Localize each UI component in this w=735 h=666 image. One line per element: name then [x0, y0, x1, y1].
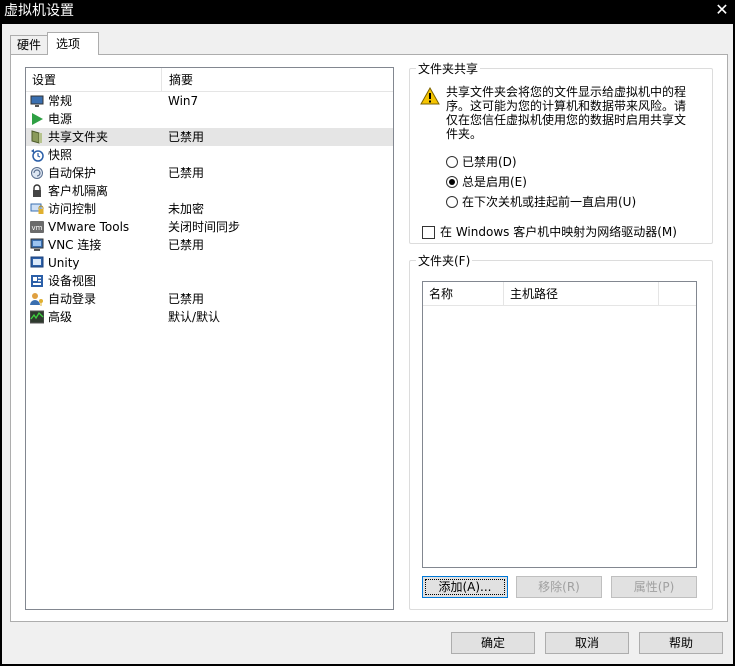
list-item-advanced[interactable]: 高级 默认/默认 [26, 308, 393, 326]
folder-list-header: 名称 主机路径 [423, 282, 696, 306]
list-item-device-view[interactable]: 设备视图 [26, 272, 393, 290]
settings-list-header: 设置 摘要 [26, 68, 393, 92]
close-icon[interactable]: ✕ [709, 0, 735, 22]
help-button-label: 帮助 [668, 636, 693, 650]
tab-options[interactable]: 选项 [47, 32, 99, 55]
properties-button[interactable]: 属性(P) [611, 576, 697, 598]
list-item-summary: 已禁用 [168, 238, 205, 252]
warning-text: 共享文件夹会将您的文件显示给虚拟机中的程序。这可能为您的计算机和数据带来风险。请… [446, 85, 687, 141]
list-item-vmware-tools[interactable]: vm VMware Tools 关闭时间同步 [26, 218, 393, 236]
column-header-setting[interactable]: 设置 [26, 68, 162, 92]
list-item-access-control[interactable]: 访问控制 未加密 [26, 200, 393, 218]
list-item-name: 自动保护 [48, 166, 97, 180]
radio-label: 总是启用(E) [462, 175, 527, 189]
list-item-name: 快照 [48, 148, 73, 162]
monitor-icon [30, 95, 44, 107]
help-button[interactable]: 帮助 [639, 632, 723, 654]
column-header-host-path[interactable]: 主机路径 [504, 282, 659, 306]
list-item-summary: 已禁用 [168, 166, 205, 180]
tab-hardware[interactable]: 硬件 [10, 35, 48, 54]
settings-list[interactable]: 设置 摘要 常规 Win7 电源 共享文件夹 已禁用 快照 自动保护 已禁用 客… [25, 67, 394, 610]
list-item-power[interactable]: 电源 [26, 110, 393, 128]
window-title: 虚拟机设置 [4, 3, 74, 19]
list-item-name: Unity [48, 256, 80, 270]
shared-folder-icon [31, 130, 42, 144]
list-item-name: VNC 连接 [48, 238, 102, 252]
remove-button[interactable]: 移除(R) [516, 576, 602, 598]
list-item-name: 常规 [48, 94, 73, 108]
list-item-summary: Win7 [168, 94, 199, 108]
tab-hardware-label: 硬件 [17, 38, 42, 52]
list-item-vnc[interactable]: VNC 连接 已禁用 [26, 236, 393, 254]
folders-group: 文件夹(F) 名称 主机路径 添加(A)... 移除(R) 属性(P) [409, 252, 713, 610]
list-item-general[interactable]: 常规 Win7 [26, 92, 393, 110]
list-item-name: 自动登录 [48, 292, 97, 306]
auto-login-icon [30, 293, 43, 306]
folder-list[interactable]: 名称 主机路径 [422, 281, 697, 568]
radio-label: 已禁用(D) [462, 155, 517, 169]
list-item-name: 电源 [48, 112, 73, 126]
list-item-unity[interactable]: Unity [26, 254, 393, 272]
list-item-name: VMware Tools [48, 220, 130, 234]
tab-options-label: 选项 [56, 37, 81, 51]
properties-button-label: 属性(P) [633, 580, 675, 594]
column-header-name[interactable]: 名称 [423, 282, 504, 306]
vmware-tools-icon: vm [30, 221, 44, 233]
add-button-label: 添加(A)... [438, 580, 492, 594]
list-item-auto-login[interactable]: 自动登录 已禁用 [26, 290, 393, 308]
list-item-summary: 已禁用 [168, 292, 205, 306]
list-item-name: 客户机隔离 [48, 184, 109, 198]
list-item-name: 共享文件夹 [48, 130, 109, 144]
list-item-name: 设备视图 [48, 274, 97, 288]
list-item-summary: 未加密 [168, 202, 205, 216]
list-item-autoprotect[interactable]: 自动保护 已禁用 [26, 164, 393, 182]
vnc-icon [30, 238, 44, 251]
unity-icon [30, 256, 44, 268]
list-item-summary: 默认/默认 [168, 310, 221, 324]
add-button[interactable]: 添加(A)... [422, 576, 508, 598]
ok-button-label: 确定 [480, 636, 505, 650]
radio-button[interactable] [446, 196, 458, 208]
list-item-summary: 关闭时间同步 [168, 220, 241, 234]
options-tab-panel: 设置 摘要 常规 Win7 电源 共享文件夹 已禁用 快照 自动保护 已禁用 客… [10, 54, 728, 622]
radio-button[interactable] [446, 156, 458, 168]
title-bar: 虚拟机设置 ✕ [0, 0, 735, 24]
advanced-icon [30, 310, 44, 324]
autoprotect-icon [31, 167, 43, 179]
column-header-summary[interactable]: 摘要 [163, 68, 393, 92]
radio-button[interactable] [446, 176, 458, 188]
radio-label: 在下次关机或挂起前一直启用(U) [462, 195, 637, 209]
lock-icon [33, 184, 41, 197]
device-view-icon [31, 275, 43, 287]
map-network-drive-label: 在 Windows 客户机中映射为网络驱动器(M) [440, 225, 677, 239]
dialog-body: 硬件 选项 设置 摘要 常规 Win7 电源 共享文件夹 已禁用 快照 自动保护… [2, 24, 733, 664]
folder-sharing-legend: 文件夹共享 [418, 62, 479, 76]
folders-legend: 文件夹(F) [418, 254, 471, 268]
list-item-name: 高级 [48, 310, 73, 324]
ok-button[interactable]: 确定 [451, 632, 535, 654]
svg-text:vm: vm [32, 224, 43, 232]
folder-sharing-group: 文件夹共享 共享文件夹会将您的文件显示给虚拟机中的程序。这可能为您的计算机和数据… [409, 60, 713, 244]
list-item-isolation[interactable]: 客户机隔离 [26, 182, 393, 200]
remove-button-label: 移除(R) [538, 580, 580, 594]
list-item-summary: 已禁用 [168, 130, 205, 144]
play-icon [32, 113, 43, 125]
snapshot-clock-icon [31, 149, 44, 162]
list-item-name: 访问控制 [48, 202, 97, 216]
map-network-drive-checkbox[interactable] [422, 226, 435, 239]
list-item-snapshots[interactable]: 快照 [26, 146, 393, 164]
access-control-icon [30, 203, 44, 214]
cancel-button[interactable]: 取消 [545, 632, 629, 654]
cancel-button-label: 取消 [574, 636, 599, 650]
warning-icon [420, 87, 440, 105]
list-item-shared-folders[interactable]: 共享文件夹 已禁用 [26, 128, 393, 146]
